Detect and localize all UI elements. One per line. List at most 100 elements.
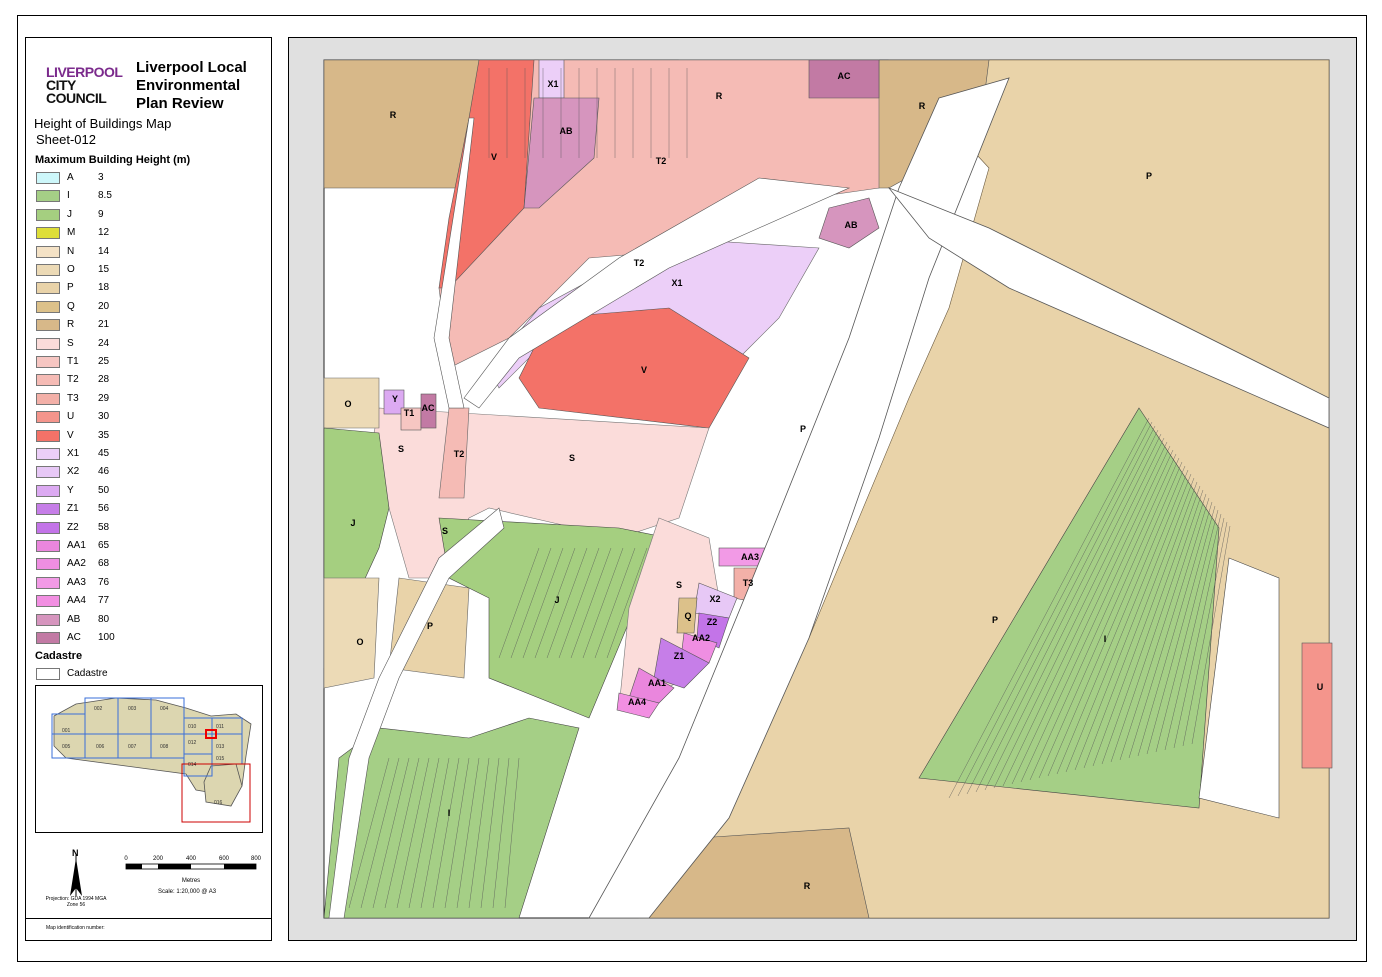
- legend-value: 3: [98, 172, 104, 183]
- cadastre-swatch: [36, 668, 60, 680]
- legend-value: 21: [98, 319, 110, 331]
- legend-code: N: [67, 245, 75, 257]
- legend-code: AA1: [67, 540, 86, 551]
- legend-code: T2: [67, 374, 79, 386]
- legend-item-j: J9: [36, 208, 266, 222]
- legend-value: 15: [98, 264, 110, 275]
- legend-item-v: V 35: [36, 429, 266, 443]
- zone-label-x2: X2: [709, 594, 720, 604]
- zone-label-ab: AB: [560, 126, 573, 136]
- legend-code: T3: [67, 392, 79, 404]
- zone-label-p: P: [427, 621, 433, 631]
- map-canvas: R V X1 AB T2 R AC R P AB T2 X1 V P O Y T1 AC S T2 S J S J P O AA3 T…: [289, 38, 1356, 940]
- scale-tick-label: 600: [219, 856, 230, 862]
- inset-sheet-label: 006: [96, 744, 105, 750]
- legend-item-u: U 30: [36, 411, 266, 424]
- zone-label-o: O: [344, 399, 351, 409]
- zone-label-r: R: [716, 91, 723, 101]
- legend-swatch: [36, 429, 60, 442]
- inset-sheet-label: 016: [214, 800, 223, 806]
- legend-value: 14: [98, 245, 110, 257]
- zone-label-t2: T2: [634, 258, 645, 268]
- zone-label-v: V: [491, 152, 497, 162]
- scale-tick-label: 400: [186, 856, 197, 862]
- zone-label-x1: X1: [671, 278, 682, 288]
- sheet-id: Sheet-012: [36, 132, 96, 147]
- zone-label-ac: AC: [838, 71, 851, 81]
- legend-code: Z1: [67, 503, 79, 515]
- legend-code: T1: [67, 356, 79, 367]
- legend-code: U: [67, 411, 75, 423]
- zone-label-aa3: AA3: [741, 552, 759, 562]
- inset-sheet-label: 008: [160, 744, 169, 750]
- legend-code: P: [67, 282, 74, 294]
- legend-item-o: O 15: [36, 264, 266, 277]
- legend-value: 77: [98, 595, 110, 607]
- legend-code: V: [67, 429, 74, 441]
- zone-label-s: S: [569, 453, 575, 463]
- legend-swatch: [36, 613, 60, 626]
- legend-swatch: [36, 392, 60, 405]
- inset-sheet-label: 014: [188, 762, 197, 768]
- zone-label-t2: T2: [454, 449, 465, 459]
- legend-value: 24: [98, 337, 110, 349]
- map-identification: Map identification number:: [26, 918, 271, 931]
- legend-item-q: Q 20: [36, 300, 266, 314]
- legend-swatch: [36, 356, 60, 368]
- zone-label-ab: AB: [845, 220, 858, 230]
- zone-label-v: V: [641, 365, 647, 375]
- legend-item-r: R 21: [36, 319, 266, 332]
- north-label: N: [72, 848, 79, 858]
- legend-value: 30: [98, 411, 110, 423]
- zone-label-aa1: AA1: [648, 678, 666, 688]
- legend-code: R: [67, 319, 75, 331]
- legend-value: 25: [98, 356, 110, 367]
- inset-sheet-label: 010: [188, 724, 197, 730]
- legend-item-s: S 24: [36, 337, 266, 351]
- legend-value: 56: [98, 503, 110, 515]
- zone-label-z2: Z2: [707, 617, 718, 627]
- inset-sheet-label: 007: [128, 744, 137, 750]
- legend-code: Y: [67, 484, 74, 496]
- zone-label-t3: T3: [743, 578, 754, 588]
- legend-value: 46: [98, 466, 110, 478]
- legend-code: I: [67, 190, 70, 202]
- legend-item-z1: Z1 56: [36, 503, 266, 516]
- legend-code: J: [67, 208, 72, 220]
- legend-value: 12: [98, 227, 110, 239]
- legend-swatch: [36, 576, 60, 589]
- legend-value: 65: [98, 540, 110, 551]
- legend-item-n: N 14: [36, 245, 266, 259]
- projection-note: Projection: GDA 1994 MGA Zone 56: [45, 896, 107, 908]
- zone-label-p: P: [800, 424, 806, 434]
- zone-label-j: J: [350, 518, 355, 528]
- legend-code: Z2: [67, 521, 79, 533]
- legend-code: AA4: [67, 595, 86, 607]
- legend-swatch: [36, 245, 60, 258]
- zone-label-y: Y: [392, 394, 398, 404]
- map-name: Height of Buildings Map: [34, 116, 172, 131]
- legend-code: AB: [67, 613, 81, 625]
- legend-swatch: [36, 264, 60, 276]
- scale-note: Scale: 1:20,000 @ A3: [158, 889, 217, 895]
- legend-swatch: [36, 632, 60, 644]
- legend-item-x1: X1 45: [36, 448, 266, 461]
- legend-value: 8.5: [98, 190, 112, 202]
- zone-label-p: P: [1146, 171, 1152, 181]
- zone-label-q: Q: [684, 611, 691, 621]
- zoning-map[interactable]: R V X1 AB T2 R AC R P AB T2 X1 V P O Y T1 AC S T2 S J S J P O AA3 T…: [288, 37, 1357, 941]
- inset-sheet-label: 005: [62, 744, 71, 750]
- legend-swatch: [36, 503, 60, 516]
- svg-text:Metres: Metres: [182, 878, 200, 884]
- zone-label-aa4: AA4: [628, 697, 646, 707]
- legend-swatch: [36, 540, 60, 552]
- legend-item-ab: AB 80: [36, 613, 266, 627]
- legend-code: X2: [67, 466, 80, 478]
- inset-sheet-label: 011: [216, 724, 224, 730]
- zone-label-i: I: [448, 808, 451, 818]
- legend-item-m: M 12: [36, 227, 266, 240]
- council-logo: LIVERPOOL CITY COUNCIL: [46, 64, 123, 106]
- plan-title: Liverpool Local Environmental Plan Revie…: [136, 59, 247, 112]
- legend-value: 100: [98, 632, 115, 643]
- inset-svg: 001 002 003 004 005 006 007 008 010 011 012 013 014 0…: [51, 697, 252, 823]
